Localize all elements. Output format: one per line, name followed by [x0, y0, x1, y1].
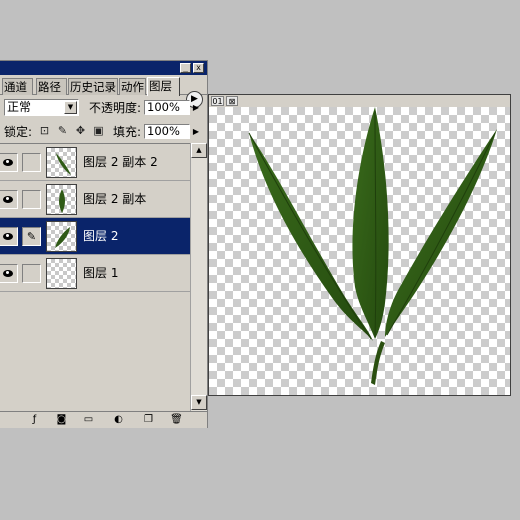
- layer-list: 图层 2 副本 2 图层 2 副本 ✎ 图层 2 图层 1: [0, 143, 190, 411]
- lock-move-icon[interactable]: ✥: [74, 124, 87, 137]
- blend-options-row: 正常 ▼ 不透明度: 100% ▶: [0, 97, 207, 119]
- new-layer-icon[interactable]: ❐: [142, 414, 155, 426]
- layer-thumbnail: [46, 184, 77, 215]
- layer-row-selected[interactable]: ✎ 图层 2: [0, 218, 190, 255]
- opacity-field[interactable]: 100%: [144, 100, 190, 115]
- opacity-value: 100%: [147, 100, 180, 114]
- scroll-down-icon[interactable]: ▼: [191, 395, 207, 410]
- adjustment-layer-icon[interactable]: ◐: [112, 414, 125, 426]
- tab-layers[interactable]: 图层: [147, 77, 180, 96]
- layer-thumbnail: [46, 147, 77, 178]
- tab-actions[interactable]: 动作: [119, 78, 146, 95]
- lock-options-row: 锁定: ⊡ ✎ ✥ ▣ 填充: 100% ▶: [0, 121, 207, 143]
- leaf-middle: [352, 107, 389, 339]
- layer-name: 图层 1: [83, 266, 119, 280]
- eye-icon[interactable]: [0, 264, 18, 283]
- layer-thumbnail: [46, 258, 77, 289]
- link-toggle[interactable]: [22, 153, 41, 172]
- palette-bottom-toolbar: ƒ ◙ ▭ ◐ ❐ 🗑: [0, 411, 207, 428]
- opacity-label: 不透明度:: [89, 101, 142, 115]
- doc-button-first[interactable]: 01: [211, 96, 224, 106]
- leaf-stem: [371, 341, 385, 385]
- document-window: 01 ⊠: [208, 94, 511, 396]
- blend-mode-select[interactable]: 正常 ▼: [4, 99, 79, 116]
- eye-icon[interactable]: [0, 190, 18, 209]
- palette-title-bar[interactable]: _ x: [0, 61, 207, 75]
- fill-arrow-icon[interactable]: ▶: [192, 125, 200, 138]
- bamboo-leaves-image: [248, 107, 497, 385]
- brush-link-icon[interactable]: ✎: [22, 227, 41, 246]
- close-button[interactable]: x: [193, 63, 204, 73]
- trash-icon[interactable]: 🗑: [170, 414, 183, 426]
- image-canvas[interactable]: [209, 107, 510, 395]
- photoshop-workspace: _ x 通道 路径 历史记录 动作 图层 ▶ 正常 ▼ 不透明度: 100% ▶…: [0, 0, 520, 520]
- palette-tabs: 通道 路径 历史记录 动作 图层 ▶: [0, 75, 207, 108]
- mask-icon[interactable]: ◙: [55, 414, 68, 426]
- scroll-up-icon[interactable]: ▲: [191, 143, 207, 158]
- lock-all-icon[interactable]: ▣: [92, 124, 105, 137]
- tab-channels[interactable]: 通道: [2, 78, 33, 95]
- layer-style-icon[interactable]: ƒ: [28, 414, 41, 426]
- minimize-button[interactable]: _: [180, 63, 191, 73]
- fill-label: 填充:: [113, 125, 142, 139]
- eye-icon[interactable]: [0, 153, 18, 172]
- layer-name: 图层 2 副本 2: [83, 155, 158, 169]
- layer-row[interactable]: 图层 2 副本: [0, 181, 190, 218]
- doc-close-icon[interactable]: ⊠: [226, 96, 238, 106]
- folder-icon[interactable]: ▭: [82, 414, 95, 426]
- layer-thumbnail: [46, 221, 77, 252]
- leaf-right: [385, 129, 497, 337]
- layer-scrollbar[interactable]: ▲ ▼: [190, 143, 207, 411]
- layer-name: 图层 2: [83, 229, 119, 243]
- link-toggle[interactable]: [22, 190, 41, 209]
- lock-label: 锁定:: [4, 125, 33, 139]
- opacity-arrow-icon[interactable]: ▶: [192, 101, 200, 114]
- link-toggle[interactable]: [22, 264, 41, 283]
- tab-history[interactable]: 历史记录: [68, 78, 118, 95]
- fill-field[interactable]: 100%: [144, 124, 190, 139]
- layers-palette: _ x 通道 路径 历史记录 动作 图层 ▶ 正常 ▼ 不透明度: 100% ▶…: [0, 60, 208, 428]
- layer-row[interactable]: 图层 2 副本 2: [0, 144, 190, 181]
- layer-row[interactable]: 图层 1: [0, 255, 190, 292]
- chevron-down-icon[interactable]: ▼: [64, 101, 77, 114]
- lock-brush-icon[interactable]: ✎: [56, 124, 69, 137]
- blend-mode-value: 正常: [7, 100, 32, 114]
- eye-icon[interactable]: [0, 227, 18, 246]
- lock-transparency-icon[interactable]: ⊡: [38, 124, 51, 137]
- document-title-bar[interactable]: 01 ⊠: [209, 95, 510, 107]
- layer-name: 图层 2 副本: [83, 192, 147, 206]
- fill-value: 100%: [147, 124, 180, 138]
- tab-paths[interactable]: 路径: [36, 78, 67, 95]
